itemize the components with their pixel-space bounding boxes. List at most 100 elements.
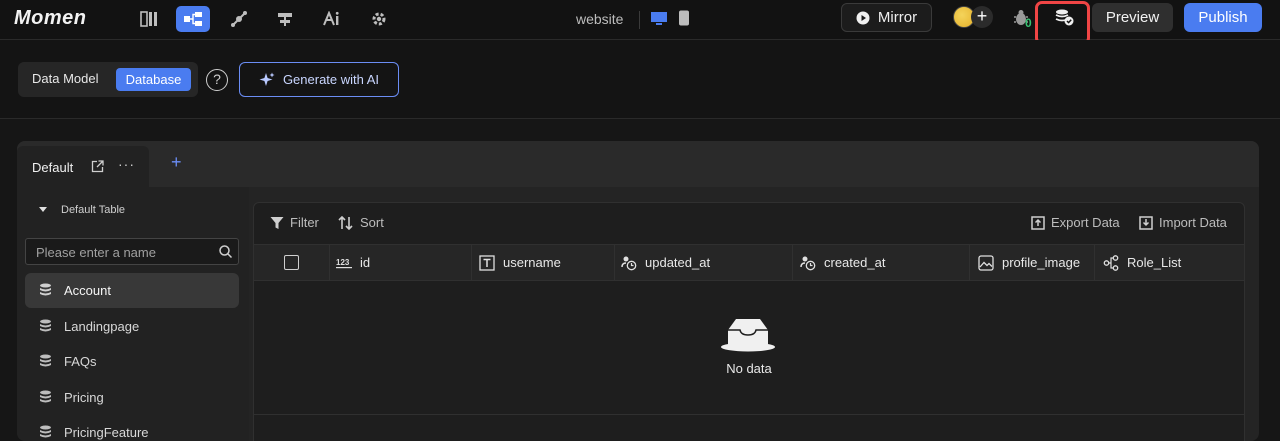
section-label: Default Table xyxy=(61,204,126,216)
table-item-label: PricingFeature xyxy=(64,425,149,440)
table-header: 123 id username updated_at created_at pr xyxy=(254,244,1244,281)
filter-icon xyxy=(270,216,284,229)
tab-default[interactable]: Default ··· xyxy=(17,146,149,187)
column-header-created-at[interactable]: created_at xyxy=(800,245,885,280)
publish-button[interactable]: Publish xyxy=(1184,3,1262,32)
text-type-icon xyxy=(479,254,495,271)
table-item-pricingfeature[interactable]: PricingFeature xyxy=(25,415,239,441)
import-label: Import Data xyxy=(1159,215,1227,230)
table-item-account[interactable]: Account xyxy=(25,273,239,308)
preview-button[interactable]: Preview xyxy=(1092,3,1173,32)
number-type-icon: 123 xyxy=(336,258,352,268)
table-item-landingpage[interactable]: Landingpage xyxy=(25,309,239,344)
sparkle-icon xyxy=(259,72,275,86)
database-icon xyxy=(40,390,51,403)
database-panel: Default ··· + Default Table Account Land… xyxy=(17,141,1259,441)
sort-icon xyxy=(338,215,353,230)
open-external-icon[interactable] xyxy=(91,160,104,178)
actionflow-icon[interactable] xyxy=(222,6,256,32)
sort-label: Sort xyxy=(360,215,384,230)
table-item-label: Landingpage xyxy=(64,319,140,334)
data-model-icon[interactable] xyxy=(176,6,210,32)
table-content: Filter Sort Export Data Import Data 123 … xyxy=(253,202,1245,441)
export-icon xyxy=(1031,215,1045,230)
table-item-pricing[interactable]: Pricing xyxy=(25,380,239,415)
column-header-role-list[interactable]: Role_List xyxy=(1103,245,1181,280)
table-item-label: Account xyxy=(64,283,111,298)
database-icon xyxy=(40,283,51,296)
database-icon xyxy=(40,319,51,332)
column-header-id[interactable]: 123 id xyxy=(336,245,370,280)
desktop-icon[interactable] xyxy=(650,10,668,31)
export-data-button[interactable]: Export Data xyxy=(1031,215,1120,230)
database-icon xyxy=(40,425,51,438)
column-header-updated-at[interactable]: updated_at xyxy=(621,245,710,280)
column-label: id xyxy=(360,255,371,270)
column-label: username xyxy=(503,255,561,270)
tab-row: Default ··· + xyxy=(17,141,1259,187)
table-search-input[interactable] xyxy=(36,243,216,261)
import-icon xyxy=(1139,215,1153,230)
column-label: Role_List xyxy=(1127,255,1182,270)
table-footer-divider xyxy=(254,414,1244,415)
divider xyxy=(639,11,640,29)
filter-button[interactable]: Filter xyxy=(270,215,319,230)
column-divider xyxy=(969,245,970,280)
table-item-label: FAQs xyxy=(64,354,97,369)
more-options-icon[interactable]: ··· xyxy=(118,156,135,172)
column-header-username[interactable]: username xyxy=(479,245,561,280)
table-item-faqs[interactable]: FAQs xyxy=(25,344,239,379)
sub-toolbar: Data Model Database ? Generate with AI xyxy=(0,40,1280,119)
caret-down-icon xyxy=(39,207,47,212)
default-table-section[interactable]: Default Table xyxy=(39,204,125,216)
select-all-checkbox[interactable] xyxy=(284,255,299,270)
pages-icon[interactable] xyxy=(132,6,166,32)
table-sidebar: Default Table Account Landingpage FAQs P… xyxy=(17,187,249,441)
filter-label: Filter xyxy=(290,215,319,230)
logo-text: Momen xyxy=(14,7,87,29)
data-model-tab[interactable]: Data Model xyxy=(32,71,98,86)
mirror-button[interactable]: Mirror xyxy=(841,3,932,32)
add-tab-button[interactable]: + xyxy=(171,152,182,173)
top-bar: Momen website Mirror + 0 Preview Publish xyxy=(0,0,1280,45)
column-divider xyxy=(792,245,793,280)
search-icon[interactable] xyxy=(218,244,233,259)
layout-icon[interactable] xyxy=(268,6,302,32)
column-divider xyxy=(471,245,472,280)
table-item-label: Pricing xyxy=(64,390,104,405)
sort-button[interactable]: Sort xyxy=(338,215,384,230)
table-search xyxy=(25,238,239,265)
empty-state-text: No data xyxy=(726,361,772,376)
database-tab[interactable]: Database xyxy=(116,68,191,91)
ai-icon[interactable] xyxy=(315,6,349,32)
import-data-button[interactable]: Import Data xyxy=(1139,215,1227,230)
column-divider xyxy=(614,245,615,280)
table-toolbar: Filter Sort Export Data Import Data xyxy=(254,203,1244,244)
site-name[interactable]: website xyxy=(576,11,623,27)
column-divider xyxy=(1094,245,1095,280)
export-label: Export Data xyxy=(1051,215,1120,230)
relation-type-icon xyxy=(1103,254,1119,271)
column-label: profile_image xyxy=(1002,255,1081,270)
timestamp-type-icon xyxy=(621,256,637,270)
timestamp-type-icon xyxy=(800,256,816,270)
image-type-icon xyxy=(978,254,994,271)
tab-default-label: Default xyxy=(32,160,74,175)
column-header-profile-image[interactable]: profile_image xyxy=(978,245,1080,280)
generate-with-ai-button[interactable]: Generate with AI xyxy=(239,62,399,97)
add-collaborator-icon[interactable]: + xyxy=(971,6,993,28)
settings-gear-icon[interactable] xyxy=(362,6,396,32)
bug-count-badge: 0 xyxy=(1025,16,1032,30)
database-check-icon[interactable] xyxy=(1054,9,1076,32)
database-icon xyxy=(40,354,51,367)
svg-text:123: 123 xyxy=(336,258,350,267)
column-label: created_at xyxy=(824,255,886,270)
generate-label: Generate with AI xyxy=(282,72,380,87)
mobile-icon[interactable] xyxy=(678,10,690,31)
mirror-label: Mirror xyxy=(877,9,918,26)
momen-logo[interactable]: Momen xyxy=(14,7,87,30)
column-divider xyxy=(329,245,330,280)
help-icon[interactable]: ? xyxy=(206,69,228,91)
empty-inbox-icon xyxy=(720,316,776,357)
mode-switch: Data Model Database xyxy=(18,62,198,97)
